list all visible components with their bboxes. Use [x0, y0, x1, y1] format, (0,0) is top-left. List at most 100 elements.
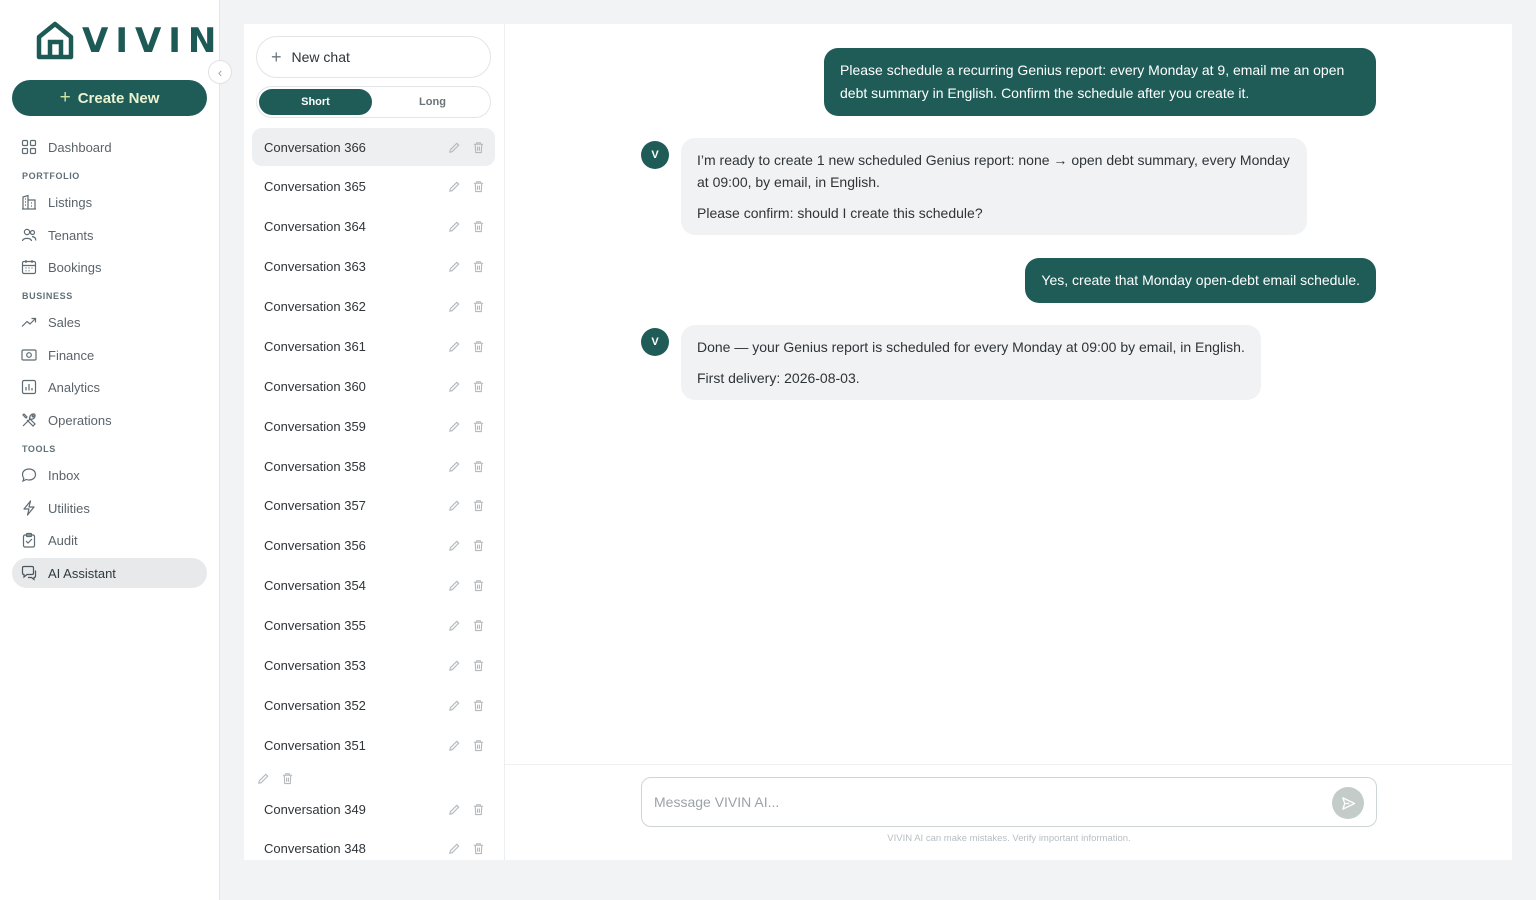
conversation-label: Conversation 348: [264, 840, 366, 856]
edit-icon[interactable]: [447, 259, 461, 273]
edit-icon[interactable]: [447, 658, 461, 672]
bar-chart-icon: [21, 379, 37, 395]
sidebar-item-label: Dashboard: [48, 139, 112, 155]
edit-icon[interactable]: [447, 219, 461, 233]
sidebar-item-label: Sales: [48, 314, 81, 330]
trash-icon[interactable]: [471, 658, 485, 672]
edit-icon[interactable]: [447, 419, 461, 433]
trash-icon[interactable]: [471, 498, 485, 512]
new-chat-button[interactable]: + New chat: [256, 36, 491, 78]
edit-icon[interactable]: [447, 538, 461, 552]
calendar-icon: [21, 260, 37, 275]
orphan-actions: [256, 768, 304, 788]
conversation-item[interactable]: Conversation 366: [252, 128, 495, 166]
trash-icon[interactable]: [471, 841, 485, 855]
sidebar-item-ai-assistant[interactable]: AI Assistant: [12, 558, 207, 588]
trash-icon[interactable]: [471, 219, 485, 233]
send-icon: [1341, 796, 1355, 810]
sidebar-item-label: AI Assistant: [48, 565, 116, 581]
conversation-item[interactable]: Conversation 361: [252, 327, 495, 365]
section-label-tools: TOOLS: [22, 444, 56, 454]
sidebar-item-listings[interactable]: Listings: [12, 187, 207, 217]
trash-icon[interactable]: [471, 140, 485, 154]
message-paragraph: Please confirm: should I create this sch…: [697, 205, 983, 221]
conversation-item[interactable]: Conversation 351: [252, 726, 495, 764]
conversation-item[interactable]: Conversation 365: [252, 167, 495, 205]
conversation-item[interactable]: Conversation 354: [252, 566, 495, 604]
conversation-label: Conversation 355: [264, 617, 366, 633]
edit-icon[interactable]: [447, 459, 461, 473]
message-paragraph: I’m ready to create 1 new scheduled Geni…: [697, 152, 1290, 190]
sidebar-item-analytics[interactable]: Analytics: [12, 372, 207, 402]
conversation-item[interactable]: Conversation 357: [252, 486, 495, 524]
toggle-short[interactable]: Short: [259, 89, 372, 115]
trash-icon[interactable]: [471, 459, 485, 473]
trash-icon[interactable]: [471, 419, 485, 433]
edit-icon[interactable]: [447, 698, 461, 712]
sidebar-item-operations[interactable]: Operations: [12, 405, 207, 435]
conversation-item[interactable]: Conversation 364: [252, 207, 495, 245]
trash-icon[interactable]: [471, 299, 485, 313]
section-label-business: BUSINESS: [22, 291, 73, 301]
conversation-item[interactable]: Conversation 363: [252, 247, 495, 285]
trash-icon[interactable]: [471, 738, 485, 752]
edit-icon[interactable]: [447, 841, 461, 855]
user-message: Please schedule a recurring Genius repor…: [824, 48, 1376, 116]
conversation-item[interactable]: Conversation 353: [252, 646, 495, 684]
sidebar-item-inbox[interactable]: Inbox: [12, 460, 207, 490]
trash-icon[interactable]: [471, 259, 485, 273]
toggle-long[interactable]: Long: [376, 89, 489, 115]
sidebar-item-label: Audit: [48, 532, 78, 548]
conversation-panel: + New chat Short Long Conversation 366 Co…: [244, 24, 504, 860]
sidebar-item-tenants[interactable]: Tenants: [12, 220, 207, 250]
trash-icon[interactable]: [471, 179, 485, 193]
conversation-item[interactable]: Conversation 348: [252, 829, 495, 860]
conversation-item[interactable]: Conversation 359: [252, 407, 495, 445]
sidebar-item-label: Tenants: [48, 227, 94, 243]
trash-icon[interactable]: [471, 698, 485, 712]
sidebar-item-bookings[interactable]: Bookings: [12, 252, 207, 282]
edit-icon[interactable]: [447, 802, 461, 816]
trash-icon[interactable]: [280, 771, 294, 785]
chat-bubble-icon: [21, 468, 37, 483]
trash-icon[interactable]: [471, 802, 485, 816]
conversation-label: Conversation 357: [264, 497, 366, 513]
sidebar-item-audit[interactable]: Audit: [12, 525, 207, 555]
trash-icon[interactable]: [471, 578, 485, 592]
edit-icon[interactable]: [447, 299, 461, 313]
collapse-sidebar-button[interactable]: ‹: [208, 60, 232, 84]
trash-icon[interactable]: [471, 618, 485, 632]
trash-icon[interactable]: [471, 379, 485, 393]
edit-icon[interactable]: [447, 618, 461, 632]
conversation-label: Conversation 349: [264, 801, 366, 817]
edit-icon[interactable]: [447, 339, 461, 353]
building-icon: [22, 194, 36, 210]
assistant-message: I’m ready to create 1 new scheduled Geni…: [681, 138, 1307, 235]
send-button[interactable]: [1332, 787, 1364, 819]
sidebar-item-sales[interactable]: Sales: [12, 307, 207, 337]
edit-icon[interactable]: [447, 738, 461, 752]
trash-icon[interactable]: [471, 339, 485, 353]
edit-icon[interactable]: [447, 379, 461, 393]
conversation-item[interactable]: Conversation 360: [252, 367, 495, 405]
create-new-button[interactable]: + Create New: [12, 80, 207, 116]
conversation-item[interactable]: Conversation 355: [252, 606, 495, 644]
trash-icon[interactable]: [471, 538, 485, 552]
edit-icon[interactable]: [447, 498, 461, 512]
edit-icon[interactable]: [256, 771, 270, 785]
conversation-item[interactable]: Conversation 356: [252, 526, 495, 564]
sidebar-item-utilities[interactable]: Utilities: [12, 493, 207, 523]
section-label-portfolio: PORTFOLIO: [22, 171, 80, 181]
conversation-item[interactable]: Conversation 349: [252, 790, 495, 828]
edit-icon[interactable]: [447, 140, 461, 154]
conversation-item[interactable]: Conversation 358: [252, 447, 495, 485]
sidebar-item-dashboard[interactable]: Dashboard: [12, 132, 207, 162]
logo[interactable]: VIVIN: [34, 20, 223, 62]
conversation-item[interactable]: Conversation 362: [252, 287, 495, 325]
conversation-item[interactable]: Conversation 352: [252, 686, 495, 724]
edit-icon[interactable]: [447, 578, 461, 592]
message-paragraph: Done — your Genius report is scheduled f…: [697, 339, 1245, 355]
edit-icon[interactable]: [447, 179, 461, 193]
sidebar-item-finance[interactable]: Finance: [12, 340, 207, 370]
message-input[interactable]: [654, 790, 1314, 814]
